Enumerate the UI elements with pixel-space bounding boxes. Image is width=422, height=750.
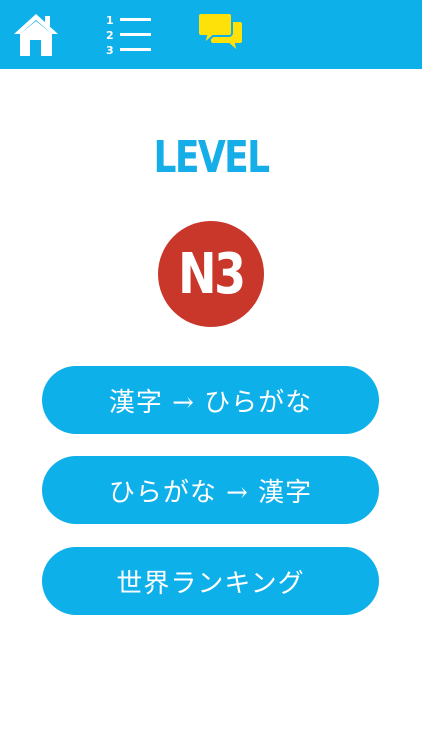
numbered-list-icon: 1 2 3 <box>106 14 151 57</box>
list-number-2: 2 <box>106 29 114 42</box>
world-ranking-button[interactable]: 世界ランキング <box>42 547 379 615</box>
hiragana-to-kanji-button[interactable]: ひらがな → 漢字 <box>42 456 379 524</box>
list-number-1: 1 <box>106 14 114 27</box>
level-badge-label: N3 <box>178 241 246 307</box>
level-badge: N3 <box>158 221 264 327</box>
chat-bubbles-icon <box>197 12 244 55</box>
kanji-to-hiragana-button[interactable]: 漢字 → ひらがな <box>42 366 379 434</box>
chat-button[interactable] <box>196 0 246 69</box>
level-title: LEVEL <box>153 132 270 183</box>
home-button[interactable] <box>12 0 60 69</box>
top-navigation-bar: 1 2 3 <box>0 0 422 69</box>
home-icon <box>14 14 58 56</box>
list-button[interactable]: 1 2 3 <box>104 0 156 69</box>
list-number-3: 3 <box>106 44 114 57</box>
